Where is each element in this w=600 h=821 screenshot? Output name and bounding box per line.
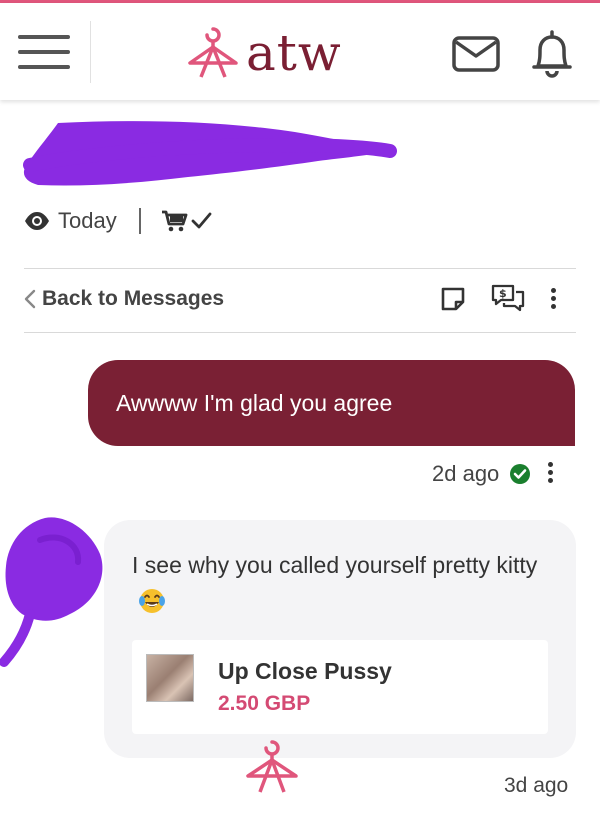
header-divider — [90, 21, 91, 83]
outgoing-message-time: 2d ago — [432, 461, 500, 486]
back-link-label: Back to Messages — [42, 287, 225, 310]
envelope-icon[interactable] — [452, 36, 500, 72]
eye-icon — [25, 212, 49, 230]
chevron-left-icon — [24, 289, 36, 309]
hanger-logo-icon — [246, 740, 298, 793]
message-options-icon[interactable] — [541, 460, 561, 486]
product-thumbnail[interactable] — [146, 654, 194, 702]
incoming-message-bubble: I see why you called yourself pretty kit… — [104, 520, 576, 758]
svg-text:$: $ — [499, 287, 507, 300]
bell-icon[interactable] — [530, 30, 574, 78]
back-to-messages-link[interactable]: Back to Messages — [24, 284, 224, 314]
last-seen-label: Today — [58, 208, 117, 233]
incoming-message-body: I see why you called yourself pretty kit… — [132, 548, 552, 616]
incoming-message-time: 3d ago — [504, 774, 569, 797]
outgoing-message-text: Awwww I'm glad you agree — [116, 390, 393, 416]
meta-divider — [138, 208, 141, 234]
incoming-message-text: I see why you called yourself pretty kit… — [132, 552, 538, 578]
redacted-username-scribble — [23, 121, 397, 186]
app-header: atw — [0, 3, 600, 100]
divider-top — [24, 268, 576, 269]
hanger-logo-icon — [188, 27, 238, 78]
note-icon[interactable] — [440, 286, 466, 312]
divider-bottom — [24, 332, 576, 333]
chat-dollar-icon[interactable]: $ — [490, 283, 526, 313]
outgoing-message-bubble: Awwww I'm glad you agree — [88, 360, 575, 446]
cart-check-icon — [161, 210, 212, 232]
attached-product-card[interactable]: Up Close Pussy 2.50 GBP — [132, 640, 548, 734]
outgoing-message-meta: 2d ago — [432, 458, 531, 490]
more-vertical-icon[interactable] — [544, 286, 564, 312]
product-title[interactable]: Up Close Pussy — [218, 658, 392, 685]
brand-logo[interactable]: atw — [186, 23, 342, 83]
brand-name: atw — [246, 24, 342, 82]
hamburger-menu-icon[interactable] — [18, 29, 72, 75]
redacted-avatar-scribble — [0, 517, 103, 667]
conversation-meta: Today — [24, 205, 213, 237]
face-with-tears-of-joy-icon — [139, 588, 165, 613]
product-price: 2.50 GBP — [218, 692, 311, 715]
delivered-check-icon — [510, 464, 531, 484]
